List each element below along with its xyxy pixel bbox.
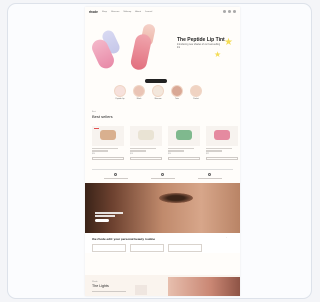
bottom-product-thumb <box>135 285 147 295</box>
product-badge: New <box>94 128 100 129</box>
product-image <box>168 126 200 146</box>
nav-link-skincare[interactable]: Skincare <box>111 11 120 13</box>
category-item[interactable]: Tints <box>170 85 184 100</box>
top-nav: rhode Shop Skincare Makeup About Journal <box>85 7 240 16</box>
hero-shop-button[interactable] <box>145 79 167 83</box>
category-label: Skincare <box>154 98 162 100</box>
banner-button[interactable] <box>95 219 109 222</box>
product-name-line <box>206 148 232 150</box>
nav-link-about[interactable]: About <box>135 11 141 13</box>
feature-row <box>92 173 233 179</box>
product-desc-line <box>92 150 108 152</box>
product-price: $24 <box>92 152 95 155</box>
category-item[interactable]: Pocket <box>189 85 203 100</box>
banner-text-line <box>95 215 115 217</box>
category-thumb <box>114 85 126 97</box>
category-thumb <box>133 85 145 97</box>
category-item[interactable]: Skincare <box>151 85 165 100</box>
star-icon: ★ <box>224 37 233 48</box>
eye-closeup-image <box>159 193 193 203</box>
feature-text-line <box>150 177 175 179</box>
banner-text-line <box>95 212 123 214</box>
category-thumb <box>171 85 183 97</box>
bottom-title: The Lights <box>92 284 109 288</box>
feature-item <box>96 173 136 179</box>
product-name-line <box>130 148 156 150</box>
nav-link-journal[interactable]: Journal <box>145 11 152 13</box>
product-grid: New $24 $16 $24 $22 <box>92 126 238 160</box>
nav-link-makeup[interactable]: Makeup <box>123 11 131 13</box>
product-desc-line <box>130 150 146 152</box>
product-name-line <box>168 148 194 150</box>
product-desc-line <box>206 150 222 152</box>
edit-card[interactable] <box>130 244 164 252</box>
edit-card[interactable] <box>168 244 202 252</box>
edit-strip-title: the rhode edit: your personal beauty rou… <box>92 237 156 241</box>
nav-link-shop[interactable]: Shop <box>102 11 107 13</box>
edit-strip-cards <box>92 244 202 252</box>
add-to-bag-button[interactable] <box>130 156 162 160</box>
feature-text-line <box>103 177 128 179</box>
cart-icon[interactable] <box>233 10 236 13</box>
bottom-text-line <box>92 291 126 293</box>
product-name-line <box>92 148 118 150</box>
edit-card[interactable] <box>92 244 126 252</box>
product-card[interactable]: $16 <box>130 126 162 160</box>
category-circles: Peptide Lip Blush Skincare Tints Pocket <box>113 85 203 100</box>
feature-icon <box>208 173 211 176</box>
product-card[interactable]: New $24 <box>92 126 124 160</box>
product-price: $22 <box>206 152 209 155</box>
feature-text-line <box>197 177 222 179</box>
feature-item <box>143 173 183 179</box>
category-label: Pocket <box>193 98 199 100</box>
product-image <box>130 126 162 146</box>
product-tube-image <box>129 32 153 72</box>
category-label: Blush <box>136 98 142 100</box>
bottom-eyebrow: Rhode <box>92 281 98 283</box>
hero-subtitle: Introducing new shades of our best-selli… <box>177 44 221 49</box>
category-thumb <box>190 85 202 97</box>
product-card[interactable]: $24 <box>168 126 200 160</box>
site-logo[interactable]: rhode <box>89 10 98 14</box>
product-desc-line <box>168 150 184 152</box>
section-eyebrow: Best <box>92 111 96 113</box>
hero-title: The Peptide Lip Tint <box>177 37 225 43</box>
category-label: Tints <box>175 98 179 100</box>
category-label: Peptide Lip <box>115 98 125 100</box>
editorial-banner <box>85 183 240 233</box>
category-thumb <box>152 85 164 97</box>
star-icon: ★ <box>214 50 222 59</box>
feature-item <box>190 173 230 179</box>
product-price: $24 <box>168 152 171 155</box>
feature-icon <box>161 173 164 176</box>
bottom-portrait-image <box>168 277 240 296</box>
add-to-bag-button[interactable] <box>92 156 124 160</box>
product-price: $16 <box>130 152 133 155</box>
category-item[interactable]: Peptide Lip <box>113 85 127 100</box>
add-to-bag-button[interactable] <box>168 156 200 160</box>
category-item[interactable]: Blush <box>132 85 146 100</box>
add-to-bag-button[interactable] <box>206 156 238 160</box>
product-image: New <box>92 126 124 146</box>
product-image <box>206 126 238 146</box>
feature-icon <box>114 173 117 176</box>
section-title: Best sellers <box>92 114 113 119</box>
product-card[interactable]: $22 <box>206 126 238 160</box>
website-preview: rhode Shop Skincare Makeup About Journal… <box>85 7 240 296</box>
account-icon[interactable] <box>228 10 231 13</box>
divider <box>92 169 233 170</box>
edit-strip-arrow[interactable]: → <box>225 237 227 239</box>
search-icon[interactable] <box>223 10 226 13</box>
